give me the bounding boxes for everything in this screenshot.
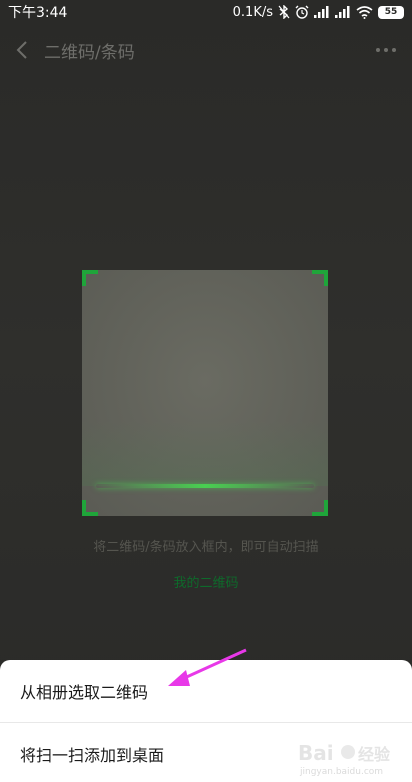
annotation-arrow-icon — [168, 648, 247, 686]
status-bar: 下午3:44 0.1K/s 55 — [0, 0, 412, 24]
scan-glow — [82, 420, 328, 486]
scan-corner-top-left — [82, 270, 98, 286]
baidu-jingyan-watermark-logo: Bai 经验 jingyan.baidu.com — [298, 741, 391, 777]
bluetooth-icon — [278, 5, 290, 19]
battery-icon: 55 — [378, 5, 404, 19]
signal-icon-2 — [335, 6, 351, 18]
wifi-icon — [356, 5, 373, 19]
scan-line — [96, 484, 314, 488]
scan-frame — [82, 270, 328, 516]
nav-bar: 二维码/条码 — [0, 28, 412, 72]
scan-corner-top-right — [312, 270, 328, 286]
back-icon[interactable] — [10, 38, 34, 62]
scan-hint-text: 将二维码/条码放入框内，即可自动扫描 — [93, 540, 319, 555]
page-title: 二维码/条码 — [44, 42, 135, 63]
network-speed: 0.1K/s — [232, 4, 273, 20]
scan-corner-bottom-right — [312, 500, 328, 516]
svg-text:Bai: Bai — [298, 741, 334, 765]
svg-text:jingyan.baidu.com: jingyan.baidu.com — [299, 767, 383, 777]
my-qr-code-link[interactable]: 我的二维码 — [0, 572, 412, 591]
status-indicators: 0.1K/s 55 — [233, 5, 404, 20]
status-time: 下午3:44 — [8, 5, 68, 21]
svg-text:经验: 经验 — [358, 745, 391, 764]
scan-corner-bottom-left — [82, 500, 98, 516]
more-icon[interactable] — [374, 40, 398, 60]
signal-icon — [314, 6, 330, 18]
alarm-icon — [295, 5, 309, 19]
